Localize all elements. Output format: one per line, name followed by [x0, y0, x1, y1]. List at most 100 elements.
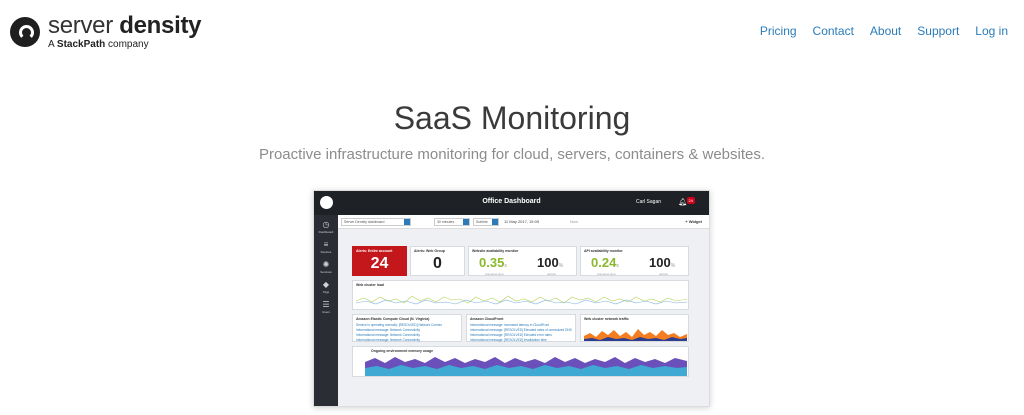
sidebar-label-users: Users: [322, 310, 330, 314]
website-uptime-value: 100: [537, 255, 559, 270]
notification-count: 24: [686, 197, 695, 204]
mode-select: Subline: [473, 218, 499, 226]
web-load-card: Web cluster load: [352, 280, 689, 310]
sidebar-label-dashboard: Dashboard: [318, 230, 334, 234]
nav-support[interactable]: Support: [917, 24, 959, 38]
dashboard-select-value: Server Density dashboard: [344, 220, 385, 224]
network-traffic-title: Web cluster network traffic: [584, 317, 629, 321]
website-resp-unit: s: [504, 263, 507, 269]
services-icon: ✺: [322, 260, 330, 269]
api-uptime-unit: %: [670, 263, 676, 269]
brand-subline: A StackPath company: [48, 40, 201, 50]
hero-title: SaaS Monitoring: [393, 100, 631, 136]
memory-usage-chart: [365, 357, 687, 376]
website-resp-value: 0.35: [479, 255, 505, 270]
api-uptime-value: 100: [649, 255, 671, 270]
nav-contact[interactable]: Contact: [813, 24, 854, 38]
top-nav: Pricing Contact About Support Log in: [760, 24, 1008, 38]
sidebar-item-users: ☰ Users: [314, 300, 338, 315]
bell-icon: 🔔︎: [678, 199, 687, 206]
ec2-status-card: Amazon Elastic Compute Cloud (N. Virgini…: [352, 314, 462, 342]
memory-usage-card: Ongoing environment memory usage: [352, 346, 689, 377]
web-load-chart: [356, 295, 687, 305]
api-resp-label: response time: [597, 272, 616, 276]
alerts-web-title: Alerts: Web Group: [414, 249, 445, 253]
brand-sub-suffix: company: [105, 39, 149, 50]
dashboard-icon: ◷: [322, 220, 330, 229]
web-load-series-2: [356, 299, 687, 305]
website-uptime-unit: %: [558, 263, 564, 269]
cloudfront-status-item: Informational message: [RESOLVED] Invali…: [470, 338, 547, 342]
ec2-status-item: Informational message: Network Connectiv…: [356, 333, 420, 337]
dropdown-icon: [463, 219, 469, 225]
dashboard-toolbar: Server Density dashboard 30 minutes Subl…: [338, 215, 709, 229]
sidebar-label-tags: Tags: [322, 290, 330, 294]
logo-text: server density A StackPath company: [48, 12, 202, 50]
api-response-time: 0.24s: [591, 255, 619, 270]
mode-select-value: Subline: [476, 220, 488, 224]
ec2-status-item: Informational message: Network Connectiv…: [356, 328, 420, 332]
alerts-web-value: 0: [433, 255, 442, 272]
cloudfront-status-item: Informational message: [RESOLVED] Elevat…: [470, 328, 572, 332]
cloudfront-status-item: Informational message: Increased latency…: [470, 323, 550, 327]
sidebar-label-devices: Devices: [320, 250, 332, 254]
cloudfront-status-card: Amazon CloudFront Informational message:…: [466, 314, 576, 342]
now-button: Now: [570, 219, 579, 224]
logo[interactable]: server density A StackPath company: [10, 12, 202, 50]
sidebar-label-services: Services: [320, 270, 332, 274]
brand-sub-prefix: A: [48, 39, 57, 50]
website-response-time: 0.35s: [479, 255, 507, 270]
api-resp-value: 0.24: [591, 255, 617, 270]
web-load-title: Web cluster load: [356, 283, 384, 287]
api-monitor-title: API availability monitor: [584, 249, 623, 253]
dashboard-screenshot: Office Dashboard Carl Sagan 🔔︎ 24 ◷ Dash…: [313, 190, 710, 407]
brand-name-bold: density: [119, 12, 202, 39]
date-display: 11 May 2017, 15:05: [504, 219, 540, 224]
network-traffic-card: Web cluster network traffic: [580, 314, 689, 342]
sidebar-item-dashboard: ◷ Dashboard: [314, 220, 338, 235]
network-traffic-chart: [584, 329, 687, 341]
logo-mark-icon: [10, 17, 40, 47]
alerts-account-title: Alerts: Entire account: [356, 249, 393, 253]
dashboard-user: Carl Sagan: [635, 199, 661, 205]
hero-subtitle: Proactive infrastructure monitoring for …: [258, 146, 766, 163]
website-monitor-title: Website availability monitor: [472, 249, 519, 253]
cloudfront-status-title: Amazon CloudFront: [470, 317, 504, 321]
api-monitor-card: API availability monitor 0.24s response …: [580, 246, 689, 276]
brand-name: server density: [48, 12, 202, 39]
users-icon: ☰: [322, 300, 330, 309]
ec2-status-item: Service is operating normally: [RESOLVED…: [356, 323, 442, 327]
brand-sub-bold: StackPath: [56, 39, 106, 50]
nav-login[interactable]: Log in: [975, 24, 1008, 38]
range-select-value: 30 minutes: [437, 220, 455, 224]
memory-usage-title: Ongoing environment memory usage: [371, 349, 434, 353]
dashboard-sidebar: ◷ Dashboard ≡ Devices ✺ Services ◆ Tags …: [314, 215, 338, 406]
api-uptime-label: uptime: [659, 272, 669, 276]
api-uptime: 100%: [649, 255, 675, 270]
alerts-account-card: Alerts: Entire account 24: [352, 246, 407, 276]
dashboard-main: Server Density dashboard 30 minutes Subl…: [338, 215, 709, 406]
sidebar-item-tags: ◆ Tags: [314, 280, 338, 295]
dashboard-topbar: Office Dashboard Carl Sagan 🔔︎ 24: [314, 191, 709, 215]
range-select: 30 minutes: [434, 218, 470, 226]
add-widget-button: + Widget: [685, 219, 702, 224]
ec2-status-title: Amazon Elastic Compute Cloud (N. Virgini…: [356, 317, 430, 321]
sidebar-item-devices: ≡ Devices: [314, 240, 338, 255]
website-resp-label: response time: [485, 272, 504, 276]
devices-icon: ≡: [323, 240, 329, 249]
dashboard-select: Server Density dashboard: [341, 218, 411, 226]
dropdown-icon: [404, 219, 410, 225]
dropdown-icon: [492, 219, 498, 225]
cloudfront-status-item: Informational message: [RESOLVED] Elevat…: [470, 333, 552, 337]
brand-name-light: server: [48, 12, 113, 39]
website-monitor-card: Website availability monitor 0.35s respo…: [468, 246, 577, 276]
api-resp-unit: s: [616, 263, 619, 269]
alerts-account-value: 24: [370, 255, 389, 272]
nav-about[interactable]: About: [870, 24, 901, 38]
website-uptime: 100%: [537, 255, 563, 270]
alerts-web-card: Alerts: Web Group 0: [410, 246, 465, 276]
sidebar-item-services: ✺ Services: [314, 260, 338, 275]
tags-icon: ◆: [322, 280, 330, 289]
website-uptime-label: uptime: [547, 272, 557, 276]
nav-pricing[interactable]: Pricing: [760, 24, 797, 38]
